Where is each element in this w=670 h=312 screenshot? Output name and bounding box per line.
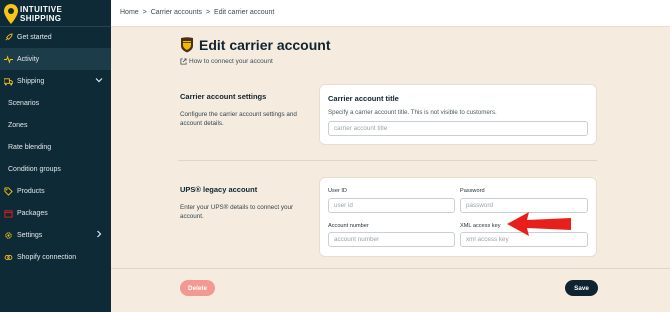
tag-icon [4, 186, 13, 196]
sidebar-item-shipping[interactable]: Shipping [0, 70, 111, 92]
sidebar-item-label: Settings [17, 231, 43, 239]
sidebar-item-products[interactable]: Products [0, 180, 111, 202]
sidebar-item-settings[interactable]: Settings [0, 224, 111, 246]
carrier-title-card: Carrier account title Specify a carrier … [319, 84, 597, 145]
settings-section-description: Configure the carrier account settings a… [180, 111, 297, 127]
page-header: Edit carrier account [180, 36, 331, 54]
external-link-icon [180, 58, 187, 65]
package-icon [4, 209, 13, 218]
password-label: Password [460, 188, 485, 194]
sidebar-item-shopify-connection[interactable]: Shopify connection [0, 246, 111, 268]
user-id-label: User ID [328, 188, 347, 194]
carrier-title-card-help: Specify a carrier account title. This is… [328, 109, 497, 116]
xml-access-key-label: XML access key [460, 223, 501, 229]
ups-section-title: UPS® legacy account [180, 185, 258, 194]
brand-line-1: INTUITIVE [20, 5, 63, 14]
settings-section-title: Carrier account settings [180, 92, 267, 101]
account-number-label: Account number [328, 223, 369, 229]
sidebar-nav: Get started Activity Shipping Scenarios … [0, 26, 111, 268]
sidebar-item-label: Shipping [17, 77, 45, 85]
truck-icon [4, 77, 13, 86]
location-pin-icon [4, 4, 18, 24]
sidebar-item-zones[interactable]: Zones [0, 114, 111, 136]
chevron-down-icon [95, 78, 103, 83]
sidebar-item-label: Scenarios [8, 99, 40, 107]
page-title: Edit carrier account [199, 37, 331, 53]
help-link-label: How to connect your account [189, 58, 273, 65]
sidebar-item-get-started[interactable]: Get started [0, 26, 111, 48]
sidebar-item-scenarios[interactable]: Scenarios [0, 92, 111, 114]
sidebar-item-label: Rate blending [8, 143, 52, 151]
help-link[interactable]: How to connect your account [180, 58, 273, 65]
annotation-arrow-icon [507, 212, 571, 236]
sidebar-item-label: Activity [17, 55, 40, 63]
ups-logo-icon [181, 37, 193, 53]
breadcrumb-current: Edit carrier account [214, 9, 275, 16]
sidebar-item-label: Shopify connection [17, 253, 77, 261]
sidebar: INTUITIVE SHIPPING Get started Activity … [0, 0, 111, 312]
sidebar-item-condition-groups[interactable]: Condition groups [0, 158, 111, 180]
breadcrumb-separator: > [206, 9, 211, 16]
sidebar-item-packages[interactable]: Packages [0, 202, 111, 224]
top-bar: Home > Carrier accounts > Edit carrier a… [111, 0, 670, 27]
footer-divider [111, 268, 670, 269]
breadcrumb-carrier-accounts[interactable]: Carrier accounts [151, 9, 202, 16]
sidebar-item-label: Zones [8, 121, 28, 129]
brand-logo[interactable]: INTUITIVE SHIPPING [4, 4, 108, 26]
delete-button[interactable]: Delete [180, 280, 215, 296]
activity-icon [4, 54, 13, 64]
carrier-account-title-input[interactable] [328, 121, 588, 136]
breadcrumb-separator: > [142, 9, 147, 16]
section-divider [178, 160, 597, 161]
sidebar-item-rate-blending[interactable]: Rate blending [0, 136, 111, 158]
breadcrumb-home[interactable]: Home [120, 9, 139, 16]
brand-name: INTUITIVE SHIPPING [20, 5, 62, 23]
sidebar-item-label: Condition groups [8, 165, 61, 173]
ups-section-description: Enter your UPS® details to connect your … [180, 204, 294, 220]
chevron-right-icon [97, 230, 102, 238]
save-button[interactable]: Save [565, 280, 598, 296]
sidebar-item-label: Packages [17, 209, 48, 217]
rocket-icon [4, 32, 13, 42]
gear-icon [4, 231, 13, 240]
sidebar-item-label: Get started [17, 33, 52, 41]
account-number-input[interactable] [328, 232, 455, 247]
link-icon [4, 253, 13, 262]
carrier-title-card-heading: Carrier account title [328, 94, 399, 103]
user-id-input[interactable] [328, 198, 455, 213]
sidebar-item-activity[interactable]: Activity [0, 48, 111, 70]
sidebar-item-label: Products [17, 187, 45, 195]
brand-line-2: SHIPPING [20, 14, 62, 23]
password-input[interactable] [460, 198, 588, 213]
breadcrumb: Home > Carrier accounts > Edit carrier a… [120, 9, 276, 16]
